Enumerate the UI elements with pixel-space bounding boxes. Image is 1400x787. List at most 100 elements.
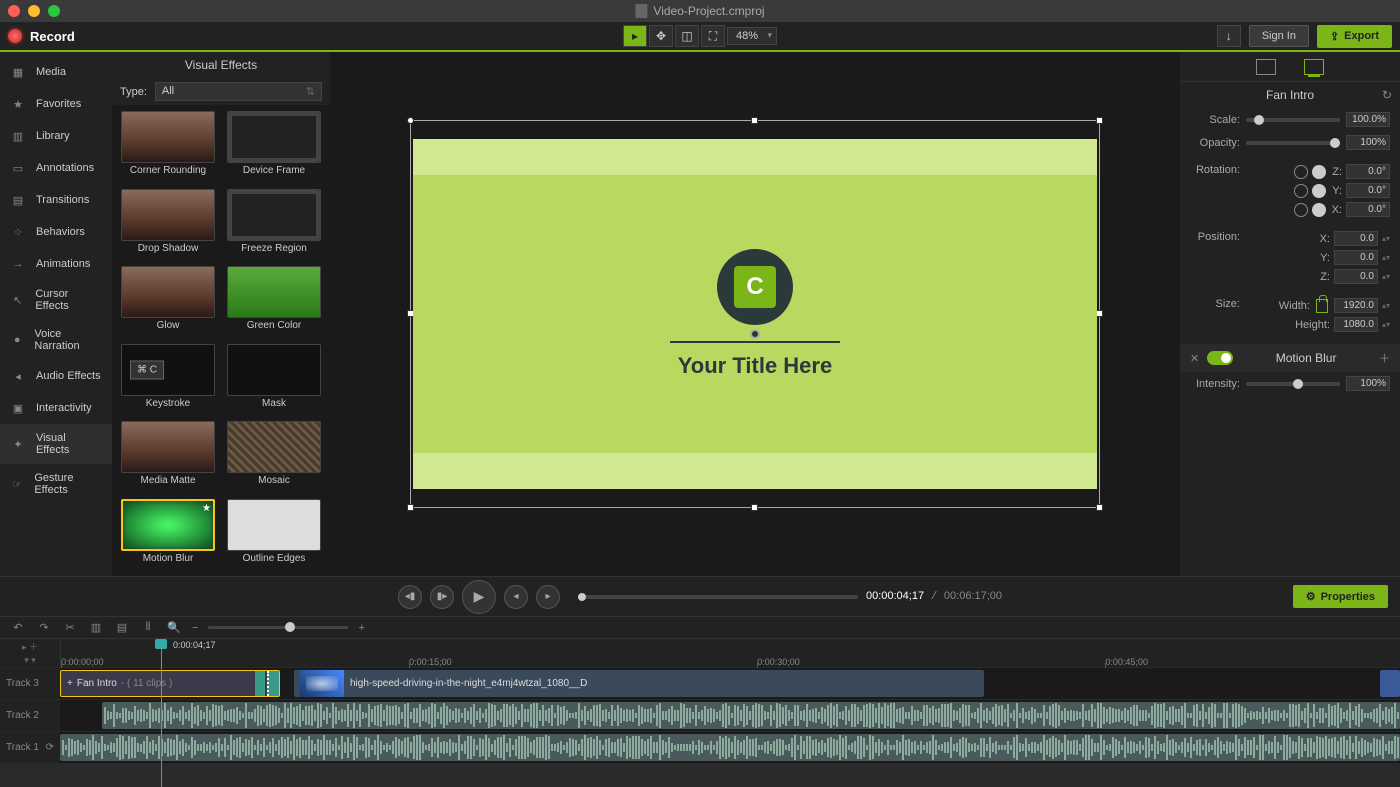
rotate-icon[interactable] [1294, 203, 1308, 217]
effect-motion-blur[interactable]: ★Motion Blur [118, 499, 218, 571]
sidebar-item-voice-narration[interactable]: ●Voice Narration [0, 320, 112, 360]
add-track-icon-top[interactable]: ▸ ＋ [22, 640, 38, 653]
handle-tl[interactable] [407, 117, 414, 124]
handle-bl[interactable] [407, 504, 414, 511]
clip-audio-1[interactable] [60, 734, 1400, 761]
opacity-value[interactable]: 100% [1346, 135, 1390, 150]
sidebar-item-animations[interactable]: →Animations [0, 248, 112, 280]
reset-button[interactable]: ↻ [1382, 88, 1392, 102]
zoom-out[interactable]: − [192, 622, 198, 634]
axis-value[interactable]: 0.0 [1334, 231, 1378, 246]
effect-freeze-region[interactable]: Freeze Region [224, 189, 324, 261]
maximize-window[interactable] [48, 5, 60, 17]
effect-device-frame[interactable]: Device Frame [224, 111, 324, 183]
track-1-head[interactable]: Track 1⟳ [0, 732, 60, 763]
rotate-icon[interactable] [1294, 184, 1308, 198]
playhead[interactable]: 0:00:04;17 [161, 639, 162, 787]
axis-value[interactable]: 0.0° [1346, 183, 1390, 198]
canvas-area[interactable]: C Your Title Here [330, 52, 1180, 576]
effect-keystroke[interactable]: ⌘ CKeystroke [118, 344, 218, 416]
effect-drop-shadow[interactable]: Drop Shadow [118, 189, 218, 261]
select-tool[interactable]: ▸ [623, 25, 647, 47]
sidebar-item-gesture-effects[interactable]: ☞Gesture Effects [0, 464, 112, 504]
stepper-icon[interactable]: ▴▾ [1382, 320, 1390, 329]
effect-toggle[interactable] [1207, 351, 1233, 365]
intensity-slider[interactable] [1246, 382, 1340, 386]
effect-corner-rounding[interactable]: Corner Rounding [118, 111, 218, 183]
crop-tool[interactable]: ◫ [675, 25, 699, 47]
sidebar-item-visual-effects[interactable]: ✦Visual Effects [0, 424, 112, 464]
stepper-icon[interactable]: ▴▾ [1382, 253, 1390, 262]
sidebar-item-interactivity[interactable]: ▣Interactivity [0, 392, 112, 424]
share-button[interactable]: ↓ [1217, 25, 1241, 47]
add-effect[interactable]: ＋ [1379, 350, 1390, 366]
cut-button[interactable]: ✂ [62, 620, 78, 636]
stepper-icon[interactable]: ▴▾ [1382, 234, 1390, 243]
lock-icon[interactable] [1316, 299, 1328, 313]
timeline-zoom-slider[interactable] [208, 626, 348, 629]
rotate-icon[interactable] [1294, 165, 1308, 179]
paste-button[interactable]: ▤ [114, 620, 130, 636]
play-button[interactable]: ▶ [462, 580, 496, 614]
axis-value[interactable]: 0.0° [1346, 202, 1390, 217]
transform-tool[interactable]: ⛶ [701, 25, 725, 47]
record-button[interactable]: Record [8, 29, 75, 44]
track-1-body[interactable] [60, 732, 1400, 763]
split-button[interactable]: ⦀ [140, 620, 156, 636]
effect-outline-edges[interactable]: Outline Edges [224, 499, 324, 571]
type-select[interactable]: All ⇅ [155, 82, 322, 101]
add-track-icon-bot[interactable]: ▾ ▾ [24, 655, 36, 666]
close-window[interactable] [8, 5, 20, 17]
track-2-body[interactable] [60, 700, 1400, 731]
remove-effect[interactable]: ✕ [1190, 352, 1199, 365]
effect-mask[interactable]: Mask [224, 344, 324, 416]
rotate-knob[interactable] [1312, 184, 1326, 198]
prev-marker[interactable]: ◂ [504, 585, 528, 609]
undo-button[interactable]: ↶ [10, 620, 26, 636]
sidebar-item-favorites[interactable]: ★Favorites [0, 88, 112, 120]
axis-value[interactable]: 0.0 [1334, 250, 1378, 265]
ruler-track[interactable]: 0:00:04;17 0:00:00;000:00:15;000:00:30;0… [60, 639, 1400, 667]
width-value[interactable]: 1920.0 [1334, 298, 1378, 313]
properties-button[interactable]: ⚙ Properties [1293, 585, 1388, 608]
track-3-body[interactable]: + Fan Intro - ( 11 clips ) high-speed-dr… [60, 668, 1400, 699]
sidebar-item-transitions[interactable]: ▤Transitions [0, 184, 112, 216]
next-frame[interactable]: ▮▸ [430, 585, 454, 609]
handle-mr[interactable] [1096, 310, 1103, 317]
pan-tool[interactable]: ✥ [649, 25, 673, 47]
effect-media-matte[interactable]: Media Matte [118, 421, 218, 493]
stepper-icon[interactable]: ▴▾ [1382, 272, 1390, 281]
track-3-head[interactable]: Track 3 [0, 668, 60, 699]
rotate-knob[interactable] [1312, 165, 1326, 179]
stepper-icon[interactable]: ▴▾ [1382, 301, 1390, 310]
clip-video[interactable]: high-speed-driving-in-the-night_e4mj4wtz… [294, 670, 984, 697]
scale-slider[interactable] [1246, 118, 1340, 122]
rotate-knob[interactable] [1312, 203, 1326, 217]
height-value[interactable]: 1080.0 [1334, 317, 1378, 332]
effect-glow[interactable]: Glow [118, 266, 218, 338]
zoom-in[interactable]: + [358, 622, 364, 634]
copy-button[interactable]: ▥ [88, 620, 104, 636]
tab-video[interactable] [1304, 59, 1324, 75]
clip-end[interactable] [1380, 670, 1400, 697]
axis-value[interactable]: 0.0 [1334, 269, 1378, 284]
signin-button[interactable]: Sign In [1249, 25, 1309, 47]
handle-tm[interactable] [751, 117, 758, 124]
effect-mosaic[interactable]: Mosaic [224, 421, 324, 493]
handle-bm[interactable] [751, 504, 758, 511]
prev-frame[interactable]: ◂▮ [398, 585, 422, 609]
sidebar-item-media[interactable]: ▦Media [0, 56, 112, 88]
scrub-bar[interactable] [578, 595, 858, 599]
sidebar-item-cursor-effects[interactable]: ↖Cursor Effects [0, 280, 112, 320]
zoom-icon[interactable]: 🔍 [166, 620, 182, 636]
sidebar-item-annotations[interactable]: ▭Annotations [0, 152, 112, 184]
effect-green-color[interactable]: Green Color [224, 266, 324, 338]
sidebar-item-behaviors[interactable]: ⁘Behaviors [0, 216, 112, 248]
rotation-handle[interactable] [750, 329, 760, 339]
selection-box[interactable]: C Your Title Here [410, 120, 1100, 508]
redo-button[interactable]: ↷ [36, 620, 52, 636]
opacity-slider[interactable] [1246, 141, 1340, 145]
zoom-select[interactable]: 48% [727, 27, 777, 45]
handle-tr[interactable] [1096, 117, 1103, 124]
export-button[interactable]: ⇪ Export [1317, 25, 1392, 48]
